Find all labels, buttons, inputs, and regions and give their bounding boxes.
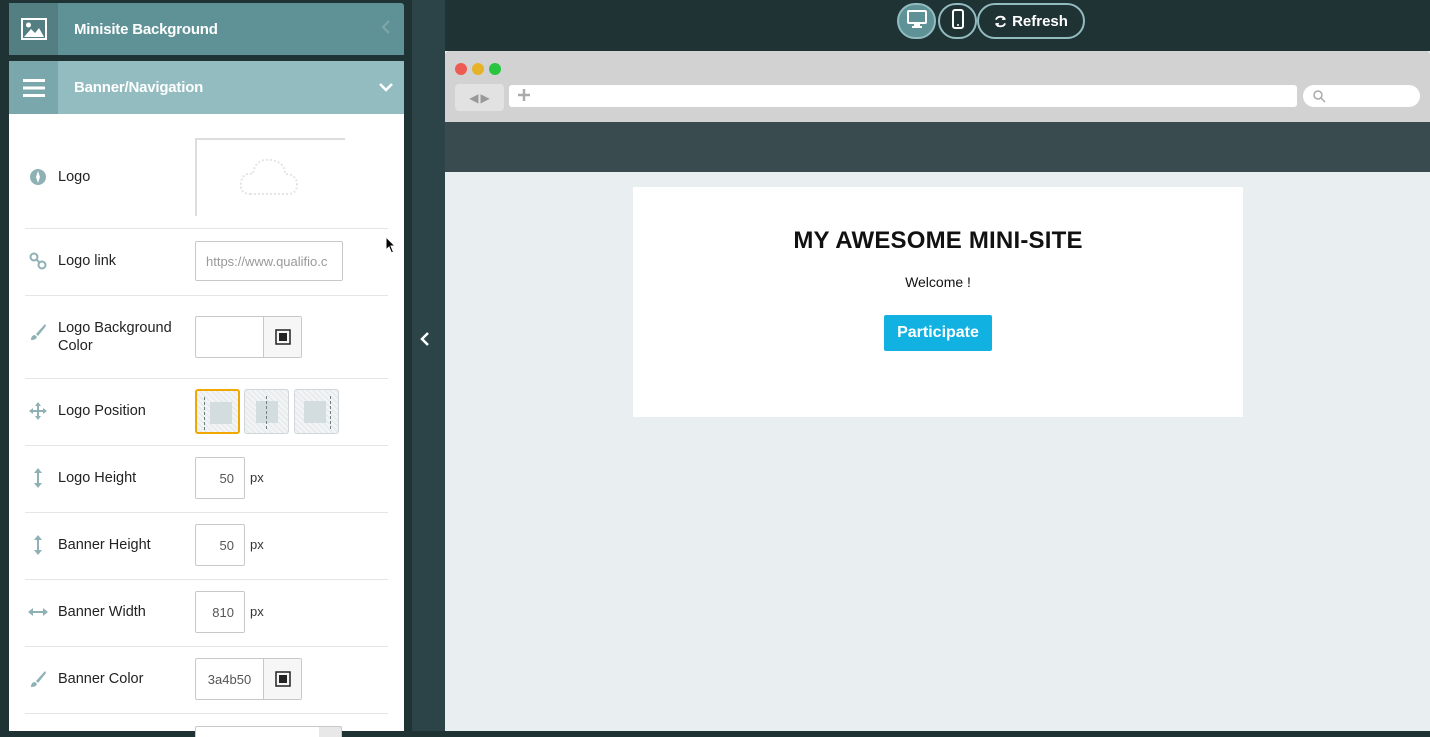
row-banner-width: Banner Width 810 px (25, 579, 388, 647)
section-minisite-background[interactable]: Minisite Background (9, 3, 404, 55)
logo-height-input[interactable]: 50 (195, 457, 245, 499)
banner-height-label: Banner Height (58, 537, 151, 553)
chevron-down-icon (368, 79, 404, 97)
unit-label: px (250, 537, 264, 552)
mobile-view-button[interactable] (938, 3, 977, 39)
link-icon (27, 250, 49, 272)
collapse-panel-icon[interactable] (412, 332, 438, 352)
minimize-window-dot[interactable] (472, 63, 484, 75)
vertical-resize-icon (27, 467, 49, 489)
desktop-view-button[interactable] (897, 3, 936, 39)
paintbrush-icon (27, 321, 49, 343)
logo-icon (27, 166, 49, 188)
next-control[interactable] (195, 726, 342, 737)
browser-search-bar[interactable] (1303, 85, 1420, 107)
refresh-icon (994, 15, 1007, 28)
refresh-label: Refresh (1012, 12, 1068, 30)
section-banner-navigation[interactable]: Banner/Navigation (9, 61, 404, 114)
row-logo-link: Logo link (25, 228, 388, 296)
move-icon (27, 400, 49, 422)
url-bar[interactable] (509, 85, 1297, 107)
panel-divider (412, 0, 445, 731)
cloud-upload-icon (237, 152, 301, 203)
row-logo-height: Logo Height 50 px (25, 445, 388, 513)
logo-background-color-picker[interactable] (195, 316, 302, 358)
close-window-dot[interactable] (455, 63, 467, 75)
row-logo-background-color: Logo Background Color (25, 295, 388, 379)
color-picker-icon[interactable] (264, 659, 301, 699)
banner-width-label: Banner Width (58, 604, 146, 620)
logo-position-left[interactable] (195, 389, 240, 434)
participate-button[interactable]: Participate (884, 315, 992, 351)
color-value[interactable]: 3a4b50 (196, 659, 264, 699)
browser-chrome: ◀ ▶ (445, 51, 1430, 122)
site-banner (445, 122, 1430, 172)
color-value[interactable] (196, 317, 264, 357)
section-title: Minisite Background (74, 20, 218, 38)
logo-position-label: Logo Position (58, 403, 146, 419)
logo-position-center[interactable] (244, 389, 289, 434)
desktop-icon (906, 9, 927, 33)
horizontal-resize-icon (27, 601, 49, 623)
refresh-button[interactable]: Refresh (977, 3, 1085, 39)
maximize-window-dot[interactable] (489, 63, 501, 75)
row-banner-color: Banner Color 3a4b50 (25, 646, 388, 714)
chevron-left-icon (368, 19, 404, 39)
mouse-cursor-icon (385, 235, 397, 259)
image-icon (9, 3, 58, 55)
row-logo: Logo (25, 114, 388, 229)
banner-color-label: Banner Color (58, 671, 144, 687)
back-arrow-icon[interactable]: ◀ (469, 91, 478, 105)
new-tab-icon[interactable] (518, 88, 530, 106)
row-logo-position: Logo Position (25, 378, 388, 446)
site-title: MY AWESOME MINI-SITE (793, 227, 1083, 254)
row-banner-height: Banner Height 50 px (25, 512, 388, 580)
unit-label: px (250, 470, 264, 485)
menu-icon (9, 61, 58, 114)
banner-width-input[interactable]: 810 (195, 591, 245, 633)
section-title: Banner/Navigation (74, 79, 204, 96)
logo-height-label: Logo Height (58, 470, 137, 486)
browser-preview: ◀ ▶ MY AWESOME MINI-SITE Welcome ! Parti… (445, 51, 1430, 731)
vertical-resize-icon (27, 534, 49, 556)
color-picker-icon[interactable] (264, 317, 301, 357)
search-icon (1313, 90, 1326, 108)
banner-color-picker[interactable]: 3a4b50 (195, 658, 302, 700)
unit-label: px (250, 604, 264, 619)
logo-link-input[interactable] (195, 241, 343, 281)
site-content-card: MY AWESOME MINI-SITE Welcome ! Participa… (633, 187, 1243, 417)
preview-toolbar: Refresh (445, 0, 1430, 51)
settings-panel: Minisite Background Banner/Navigation Lo… (0, 0, 412, 737)
back-forward-buttons[interactable]: ◀ ▶ (455, 84, 504, 111)
logo-upload[interactable] (195, 138, 345, 216)
logo-link-label: Logo link (58, 253, 117, 269)
mobile-icon (951, 8, 964, 34)
banner-height-input[interactable]: 50 (195, 524, 245, 566)
banner-settings: Logo Logo link Logo Background Color (9, 114, 404, 737)
forward-arrow-icon[interactable]: ▶ (481, 91, 490, 105)
logo-label: Logo (58, 169, 91, 185)
site-welcome-text: Welcome ! (905, 274, 971, 290)
logo-background-color-label: Logo Background Color (58, 320, 172, 354)
paintbrush-icon (27, 668, 49, 690)
logo-position-right[interactable] (294, 389, 339, 434)
